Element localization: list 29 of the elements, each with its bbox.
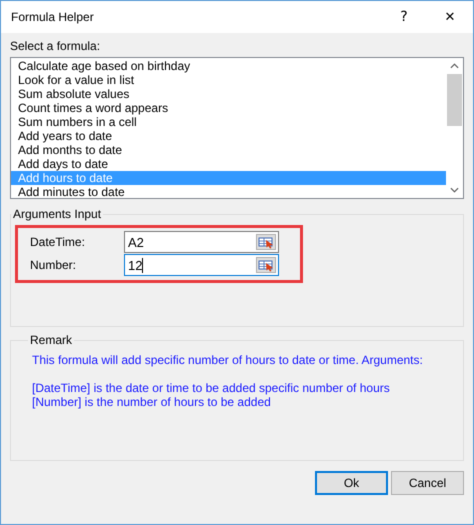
field-label: DateTime: [30,235,86,249]
list-item[interactable]: Add years to date [11,129,446,143]
list-item[interactable]: Sum numbers in a cell [11,115,446,129]
input-field[interactable]: 12 [124,254,279,276]
list-item[interactable]: Sum absolute values [11,87,446,101]
list-item[interactable]: Add months to date [11,143,446,157]
scroll-down-icon[interactable] [450,186,459,194]
close-button[interactable]: ✕ [427,2,473,32]
list-label: Select a formula: [10,38,102,55]
scroll-thumb[interactable] [447,74,462,126]
scroll-up-icon[interactable] [450,62,459,70]
input-field[interactable]: A2 [124,231,279,253]
range-picker-icon[interactable] [256,234,276,250]
remark-text: [Number] is the number of hours to be added [32,395,272,409]
group-title: Remark [29,333,74,347]
list-item[interactable]: Add minutes to date [11,185,446,199]
dialog-button[interactable]: Cancel [391,471,464,495]
list-item[interactable]: Calculate age based on birthday [11,59,446,73]
list-item[interactable]: Count times a word appears [11,101,446,115]
list-item[interactable]: Add days to date [11,157,446,171]
range-picker-icon[interactable] [256,257,276,273]
field-label: Number: [30,258,78,272]
list-item[interactable]: Look for a value in list [11,73,446,87]
remark-text: This formula will add specific number of hours to date or time. Arguments: [32,353,424,367]
remark-text: [DateTime] is the date or time to be added specific number of hours [32,381,391,395]
help-button[interactable]: ? [381,2,427,32]
group-title: Arguments Input [12,207,102,221]
dialog-button[interactable]: Ok [315,471,388,495]
window-title: Formula Helper [11,10,95,24]
